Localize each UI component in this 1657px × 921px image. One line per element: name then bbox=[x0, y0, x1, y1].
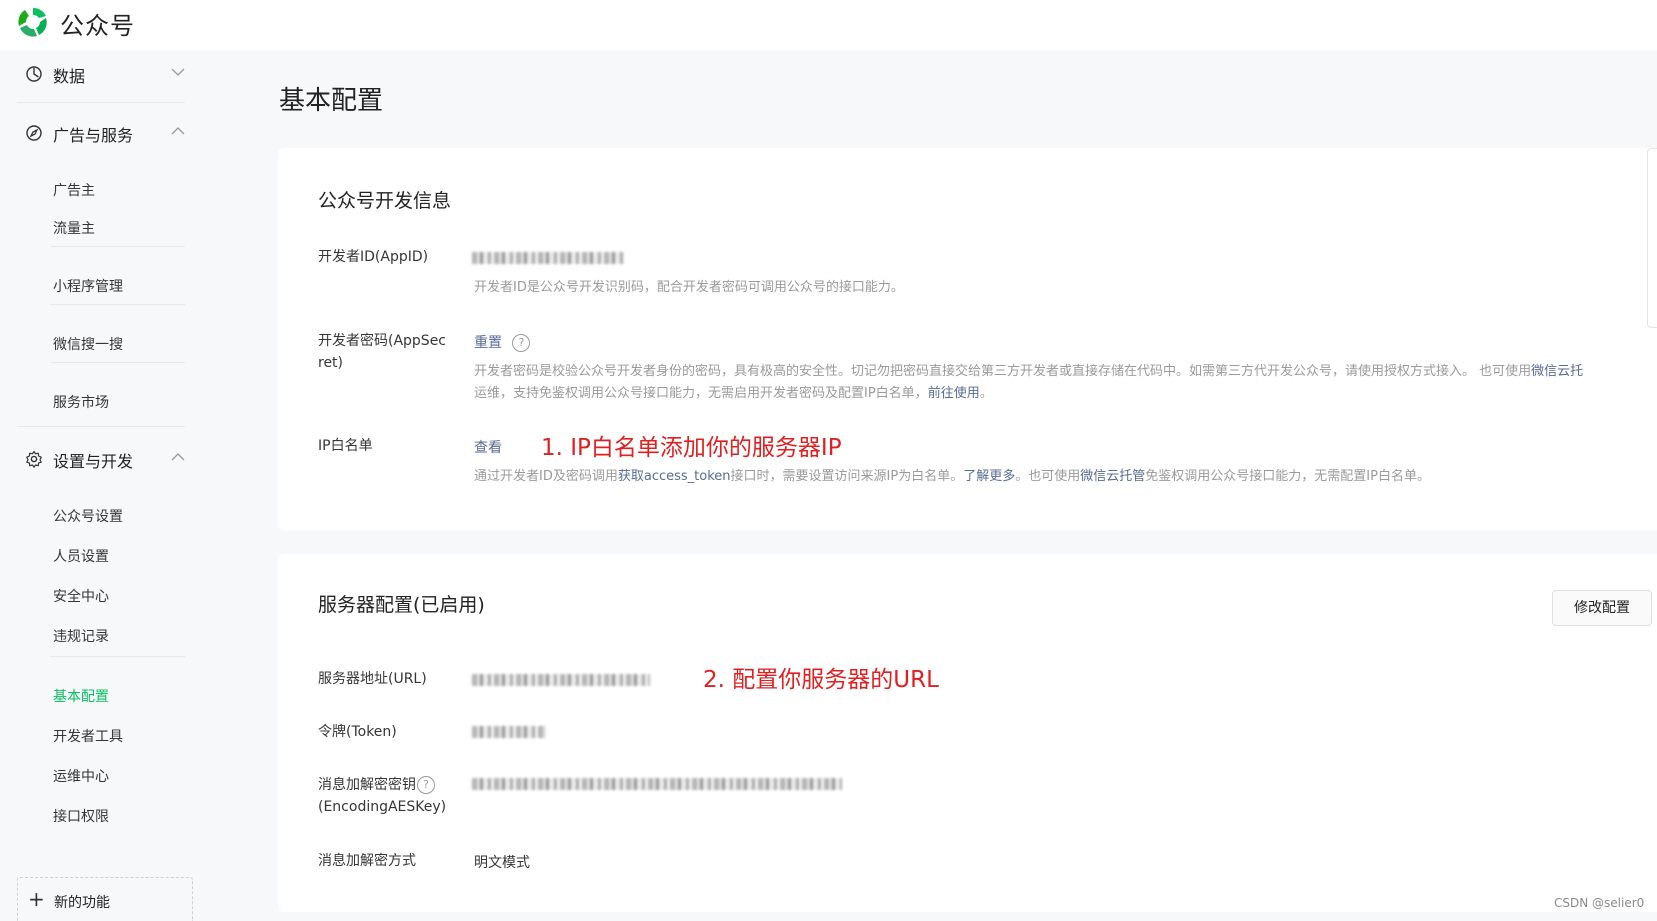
wechat-official-account-logo-icon[interactable] bbox=[15, 4, 51, 40]
appid-label: 开发者ID(AppID) bbox=[318, 249, 429, 265]
sidebar-group-label: 广告与服务 bbox=[53, 126, 134, 145]
chevron-up-icon bbox=[171, 127, 185, 135]
ip-desc-text: 通过开发者ID及密码调用 bbox=[474, 469, 618, 484]
floating-side-panel[interactable] bbox=[1647, 148, 1657, 328]
server-url-label: 服务器地址(URL) bbox=[318, 671, 427, 687]
sidebar-item-basic-config[interactable]: 基本配置 bbox=[53, 686, 109, 706]
appsecret-label: 开发者密码(AppSec ret) bbox=[318, 330, 448, 374]
view-link-label[interactable]: 查看 bbox=[474, 440, 502, 456]
brand-name: 公众号 bbox=[60, 12, 135, 40]
sidebar-item-security-center[interactable]: 安全中心 bbox=[53, 586, 109, 606]
edit-config-button[interactable]: 修改配置 bbox=[1552, 590, 1652, 626]
divider bbox=[17, 102, 185, 103]
ip-desc-text: 免鉴权调用公众号接口能力，无需配置IP白名单。 bbox=[1145, 469, 1430, 484]
sidebar-group-label: 数据 bbox=[53, 67, 86, 86]
plus-icon: + bbox=[28, 887, 45, 911]
divider bbox=[51, 304, 185, 305]
appid-value-redacted bbox=[472, 252, 624, 264]
page-title: 基本配置 bbox=[279, 86, 384, 116]
chevron-down-icon bbox=[171, 68, 185, 76]
help-icon[interactable]: ? bbox=[417, 776, 435, 794]
section-title: 服务器配置(已启用) bbox=[318, 594, 485, 616]
get-access-token-link[interactable]: 获取access_token bbox=[618, 469, 731, 484]
sidebar-item-dev-tools[interactable]: 开发者工具 bbox=[53, 726, 123, 746]
appsecret-actions: 重置 ? bbox=[474, 332, 531, 352]
new-feature-label: 新的功能 bbox=[54, 895, 110, 911]
wechat-cloud-hosting-link[interactable]: 微信云托 bbox=[1531, 364, 1583, 379]
appsecret-label-line1: 开发者密码(AppSec bbox=[318, 333, 447, 349]
reset-secret-link[interactable]: 重置 bbox=[474, 335, 502, 351]
aes-key-label: 消息加解密密钥? (EncodingAESKey) bbox=[318, 774, 468, 818]
server-config-card: 服务器配置(已启用) 修改配置 服务器地址(URL) 2. 配置你服务器的URL… bbox=[278, 554, 1657, 912]
sidebar-item-traffic-owner[interactable]: 流量主 bbox=[53, 218, 95, 238]
ip-whitelist-label: IP白名单 bbox=[318, 438, 373, 454]
help-icon[interactable]: ? bbox=[512, 334, 531, 352]
sidebar-item-api-permission[interactable]: 接口权限 bbox=[53, 806, 109, 826]
sidebar-item-account-settings[interactable]: 公众号设置 bbox=[53, 506, 123, 526]
appsecret-description: 开发者密码是校验公众号开发者身份的密码，具有极高的安全性。切记勿把密码直接交给第… bbox=[474, 361, 1583, 405]
token-label: 令牌(Token) bbox=[318, 724, 397, 740]
gear-icon bbox=[26, 450, 42, 468]
compass-icon bbox=[26, 125, 42, 141]
chevron-up-icon bbox=[171, 453, 185, 461]
ip-desc-text: 。也可使用 bbox=[1015, 469, 1081, 484]
encryption-mode-value: 明文模式 bbox=[474, 855, 530, 871]
divider bbox=[51, 362, 185, 363]
sidebar-item-staff-settings[interactable]: 人员设置 bbox=[53, 546, 109, 566]
encryption-mode-label: 消息加解密方式 bbox=[318, 853, 416, 869]
divider bbox=[51, 656, 185, 657]
ip-whitelist-view-link[interactable]: 查看 bbox=[474, 437, 502, 457]
appsecret-label-line2: ret) bbox=[318, 355, 344, 371]
appsecret-desc-text: 运维，支持免鉴权调用公众号接口能力，无需启用开发者密码及配置IP白名单， bbox=[474, 386, 928, 401]
appsecret-desc-text: 开发者密码是校验公众号开发者身份的密码，具有极高的安全性。切记勿把密码直接交给第… bbox=[474, 364, 1532, 379]
sidebar-item-ops-center[interactable]: 运维中心 bbox=[53, 766, 109, 786]
aes-key-label-line1: 消息加解密密钥 bbox=[318, 777, 416, 793]
divider bbox=[51, 246, 185, 247]
server-url-value-redacted bbox=[472, 674, 650, 686]
wechat-cloud-hosting-link[interactable]: 微信云托管 bbox=[1080, 469, 1145, 484]
ip-desc-text: 接口时，需要设置访问来源IP为白名单。 bbox=[730, 469, 964, 484]
go-use-link[interactable]: 前往使用 bbox=[928, 386, 980, 401]
sidebar-item-service-market[interactable]: 服务市场 bbox=[53, 392, 109, 412]
pie-chart-icon bbox=[26, 66, 42, 82]
sidebar-item-wechat-search[interactable]: 微信搜一搜 bbox=[53, 334, 123, 354]
ip-whitelist-description: 通过开发者ID及密码调用获取access_token接口时，需要设置访问来源IP… bbox=[474, 466, 1430, 488]
token-value-redacted bbox=[472, 726, 546, 738]
section-title: 公众号开发信息 bbox=[318, 190, 452, 212]
learn-more-link[interactable]: 了解更多 bbox=[963, 469, 1015, 484]
sidebar-item-ad-owner[interactable]: 广告主 bbox=[53, 180, 95, 200]
appid-description: 开发者ID是公众号开发识别码，配合开发者密码可调用公众号的接口能力。 bbox=[474, 280, 904, 295]
divider bbox=[17, 426, 185, 427]
dev-info-card: 公众号开发信息 开发者ID(AppID) 开发者ID是公众号开发识别码，配合开发… bbox=[278, 148, 1657, 530]
sidebar-group-data[interactable]: 数据 bbox=[17, 53, 195, 93]
sidebar-group-settings-dev[interactable]: 设置与开发 bbox=[17, 438, 195, 478]
sidebar-group-label: 设置与开发 bbox=[53, 452, 134, 471]
aes-key-label-line2: (EncodingAESKey) bbox=[318, 799, 447, 815]
annotation-step1: 1. IP白名单添加你的服务器IP bbox=[541, 435, 842, 461]
sidebar-item-mini-program[interactable]: 小程序管理 bbox=[53, 276, 123, 296]
sidebar-group-ads-services[interactable]: 广告与服务 bbox=[17, 112, 195, 152]
watermark: CSDN @selier0 bbox=[1554, 896, 1645, 910]
top-bar: 公众号 bbox=[0, 0, 1657, 50]
aes-key-value-redacted bbox=[472, 778, 842, 790]
annotation-step2: 2. 配置你服务器的URL bbox=[703, 667, 939, 693]
new-feature-button[interactable]: + 新的功能 bbox=[17, 877, 193, 921]
sidebar-item-violation-record[interactable]: 违规记录 bbox=[53, 626, 109, 646]
appsecret-desc-end: 。 bbox=[979, 386, 993, 401]
